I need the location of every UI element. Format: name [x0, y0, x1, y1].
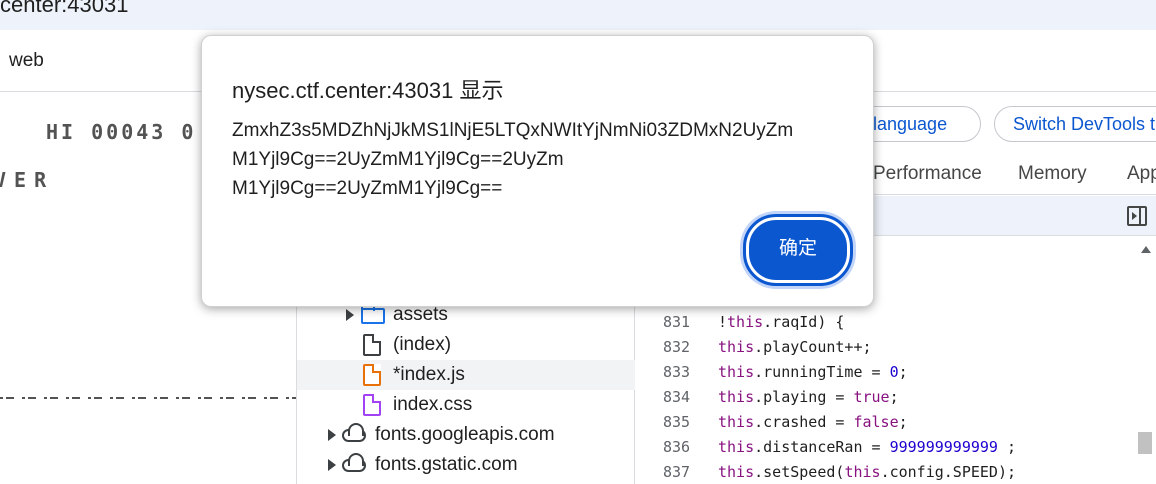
dialog-message-line: M1Yjl9Cg==2UyZmM1Yjl9Cg==2UyZm: [232, 149, 564, 170]
tree-item-label: fonts.gstatic.com: [375, 454, 518, 475]
line-text: this.runningTime = 0;: [718, 363, 908, 381]
tree-item-gstatic[interactable]: fonts.gstatic.com: [297, 450, 635, 480]
cloud-icon: [342, 453, 366, 472]
line-text: this.distanceRan = 999999999999 ;: [718, 438, 1017, 456]
switch-devtools-button[interactable]: Switch DevTools t: [994, 106, 1156, 142]
code-scrollbar[interactable]: [1136, 238, 1156, 484]
line-number: 836: [663, 438, 691, 456]
tree-item-label: fonts.googleapis.com: [375, 424, 555, 445]
tab-application[interactable]: App: [1127, 163, 1156, 185]
ok-button[interactable]: 确定: [743, 214, 853, 286]
alert-dialog: nysec.ctf.center:43031 显示 ZmxhZ3s5MDZhNj…: [201, 35, 874, 307]
dialog-title: nysec.ctf.center:43031 显示: [232, 78, 504, 103]
code-editor[interactable]: 831 !this.raqId) { 832 this.playCount++;…: [637, 308, 1137, 484]
dialog-message-line: M1Yjl9Cg==2UyZmM1Yjl9Cg==: [232, 178, 503, 199]
line-number: 832: [663, 338, 691, 356]
line-text: this.playing = true;: [718, 388, 899, 406]
ground-line: [0, 397, 296, 399]
line-number: 833: [663, 363, 691, 381]
file-icon: [363, 334, 381, 356]
tree-item-label: index.css: [393, 394, 473, 415]
css-file-icon: [363, 394, 381, 416]
dialog-message-line: ZmxhZ3s5MDZhNjJkMS1lNjE5LTQxNWItYjNmNi03…: [232, 120, 794, 141]
tree-item-index-css[interactable]: index.css: [297, 390, 635, 420]
tree-item-googleapis[interactable]: fonts.googleapis.com: [297, 420, 635, 450]
tree-item-index-js[interactable]: *index.js: [297, 360, 635, 390]
tree-item-label: *index.js: [393, 364, 465, 385]
game-over-text: VER: [0, 168, 55, 192]
js-file-icon: [363, 364, 381, 386]
expand-arrow-icon[interactable]: [328, 459, 336, 471]
folder-icon: [361, 304, 385, 324]
line-number: 837: [663, 463, 691, 481]
tree-item-label: assets: [393, 304, 448, 325]
tab-performance[interactable]: Performance: [873, 163, 982, 185]
bookmark-web[interactable]: web: [9, 50, 44, 72]
dialog-message: ZmxhZ3s5MDZhNjJkMS1lNjE5LTQxNWItYjNmNi03…: [232, 116, 852, 203]
screen: center:43031 web HI 00043 0 VER s langua…: [0, 0, 1156, 484]
expand-arrow-icon[interactable]: [328, 429, 336, 441]
url-text[interactable]: center:43031: [0, 0, 128, 18]
line-text: this.crashed = false;: [718, 413, 908, 431]
tree-item-index[interactable]: (index): [297, 330, 635, 360]
address-bar[interactable]: center:43031: [0, 0, 1156, 30]
scroll-thumb[interactable]: [1138, 432, 1152, 454]
line-text: !this.raqId) {: [718, 313, 845, 331]
line-text: this.setSpeed(this.config.SPEED);: [718, 463, 1017, 481]
line-text: this.playCount++;: [718, 338, 872, 356]
scroll-up-icon[interactable]: [1141, 246, 1151, 253]
hi-score: HI 00043 0: [46, 120, 197, 144]
line-number: 834: [663, 388, 691, 406]
tree-item-label: (index): [393, 334, 452, 355]
toggle-sidebar-icon[interactable]: [1127, 206, 1147, 226]
tab-memory[interactable]: Memory: [1018, 163, 1087, 185]
cloud-icon: [342, 423, 366, 442]
line-number: 835: [663, 413, 691, 431]
expand-arrow-icon[interactable]: [346, 309, 354, 321]
line-number: 831: [663, 313, 691, 331]
file-tree: assets (index) *index.js index.css fonts…: [297, 300, 635, 484]
